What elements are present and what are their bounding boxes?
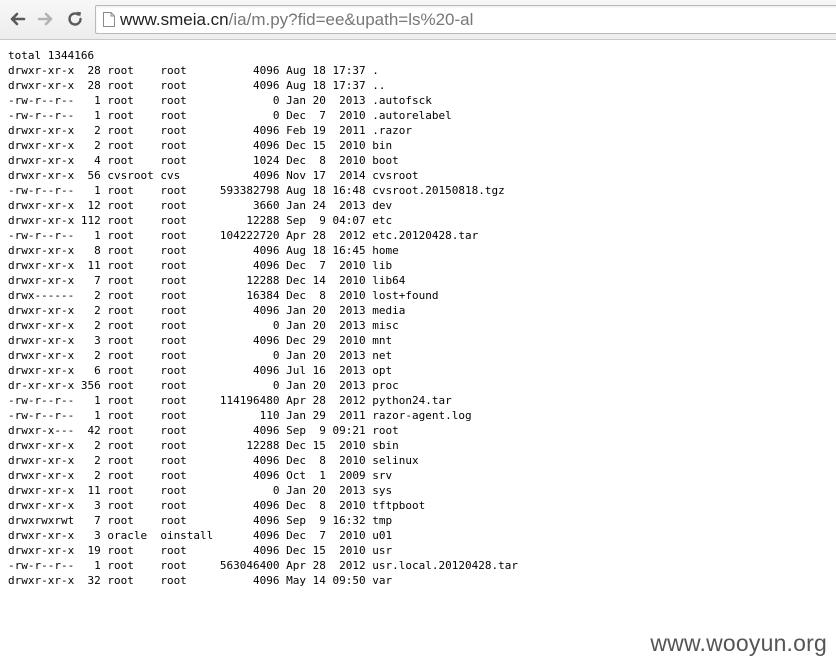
listing-lines: drwxr-xr-x 28 root root 4096 Aug 18 17:3… xyxy=(8,63,836,588)
listing-row: drwxr-xr-x 7 root root 12288 Dec 14 2010… xyxy=(8,274,406,287)
listing-row: drwx------ 2 root root 16384 Dec 8 2010 … xyxy=(8,289,439,302)
listing-row: drwxr-xr-x 19 root root 4096 Dec 15 2010… xyxy=(8,544,393,557)
url-text[interactable]: www.smeia.cn/ia/m.py?fid=ee&upath=ls%20-… xyxy=(120,10,473,30)
listing-row: drwxr-xr-x 32 root root 4096 May 14 09:5… xyxy=(8,574,393,587)
listing-row: drwxr-xr-x 2 root root 4096 Feb 19 2011 … xyxy=(8,124,412,137)
listing-total: total 1344166 xyxy=(8,49,95,62)
browser-window: www.smeia.cn/ia/m.py?fid=ee&upath=ls%20-… xyxy=(0,0,836,669)
listing-row: drwxr-xr-x 2 root root 0 Jan 20 2013 net xyxy=(8,349,393,362)
listing-row: drwxr-xr-x 2 root root 4096 Dec 8 2010 s… xyxy=(8,454,419,467)
url-host: www.smeia.cn xyxy=(120,10,229,29)
browser-toolbar: www.smeia.cn/ia/m.py?fid=ee&upath=ls%20-… xyxy=(0,0,836,40)
listing-row: -rw-r--r-- 1 root root 563046400 Apr 28 … xyxy=(8,559,518,572)
listing-row: drwxr-xr-x 2 root root 0 Jan 20 2013 mis… xyxy=(8,319,399,332)
listing-row: drwxr-xr-x 8 root root 4096 Aug 18 16:45… xyxy=(8,244,399,257)
listing-row: -rw-r--r-- 1 root root 110 Jan 29 2011 r… xyxy=(8,409,472,422)
listing-row: drwxr-xr-x 11 root root 0 Jan 20 2013 sy… xyxy=(8,484,393,497)
listing-row: drwxr-xr-x 3 oracle oinstall 4096 Dec 7 … xyxy=(8,529,393,542)
listing-row: drwxr-x--- 42 root root 4096 Sep 9 09:21… xyxy=(8,424,399,437)
reload-icon[interactable] xyxy=(62,6,88,32)
listing-row: drwxr-xr-x 12 root root 3660 Jan 24 2013… xyxy=(8,199,393,212)
listing-row: -rw-r--r-- 1 root root 104222720 Apr 28 … xyxy=(8,229,479,242)
listing-row: drwxr-xr-x 2 root root 4096 Jan 20 2013 … xyxy=(8,304,406,317)
address-bar[interactable]: www.smeia.cn/ia/m.py?fid=ee&upath=ls%20-… xyxy=(95,5,836,34)
listing-row: drwxr-xr-x 3 root root 4096 Dec 29 2010 … xyxy=(8,334,393,347)
listing-row: drwxr-xr-x 3 root root 4096 Dec 8 2010 t… xyxy=(8,499,426,512)
forward-arrow-icon[interactable] xyxy=(33,6,59,32)
page-content: total 1344166 drwxr-xr-x 28 root root 409… xyxy=(8,48,836,669)
listing-row: drwxr-xr-x 6 root root 4096 Jul 16 2013 … xyxy=(8,364,393,377)
listing-row: drwxrwxrwt 7 root root 4096 Sep 9 16:32 … xyxy=(8,514,393,527)
listing-row: drwxr-xr-x 28 root root 4096 Aug 18 17:3… xyxy=(8,64,379,77)
listing-row: -rw-r--r-- 1 root root 114196480 Apr 28 … xyxy=(8,394,452,407)
listing-row: drwxr-xr-x 2 root root 12288 Dec 15 2010… xyxy=(8,439,399,452)
listing-row: drwxr-xr-x 4 root root 1024 Dec 8 2010 b… xyxy=(8,154,399,167)
listing-row: -rw-r--r-- 1 root root 0 Dec 7 2010 .aut… xyxy=(8,109,452,122)
listing-row: drwxr-xr-x 56 cvsroot cvs 4096 Nov 17 20… xyxy=(8,169,419,182)
back-arrow-icon[interactable] xyxy=(4,6,30,32)
directory-listing: total 1344166 drwxr-xr-x 28 root root 409… xyxy=(8,48,836,588)
listing-row: -rw-r--r-- 1 root root 593382798 Aug 18 … xyxy=(8,184,505,197)
listing-row: drwxr-xr-x 112 root root 12288 Sep 9 04:… xyxy=(8,214,393,227)
listing-row: drwxr-xr-x 28 root root 4096 Aug 18 17:3… xyxy=(8,79,386,92)
listing-row: dr-xr-xr-x 356 root root 0 Jan 20 2013 p… xyxy=(8,379,399,392)
page-icon xyxy=(103,12,115,27)
listing-row: drwxr-xr-x 2 root root 4096 Dec 15 2010 … xyxy=(8,139,393,152)
listing-row: -rw-r--r-- 1 root root 0 Jan 20 2013 .au… xyxy=(8,94,432,107)
url-path: /ia/m.py?fid=ee&upath=ls%20-al xyxy=(228,10,474,29)
listing-row: drwxr-xr-x 11 root root 4096 Dec 7 2010 … xyxy=(8,259,393,272)
watermark: www.wooyun.org xyxy=(650,630,827,656)
listing-row: drwxr-xr-x 2 root root 4096 Oct 1 2009 s… xyxy=(8,469,393,482)
